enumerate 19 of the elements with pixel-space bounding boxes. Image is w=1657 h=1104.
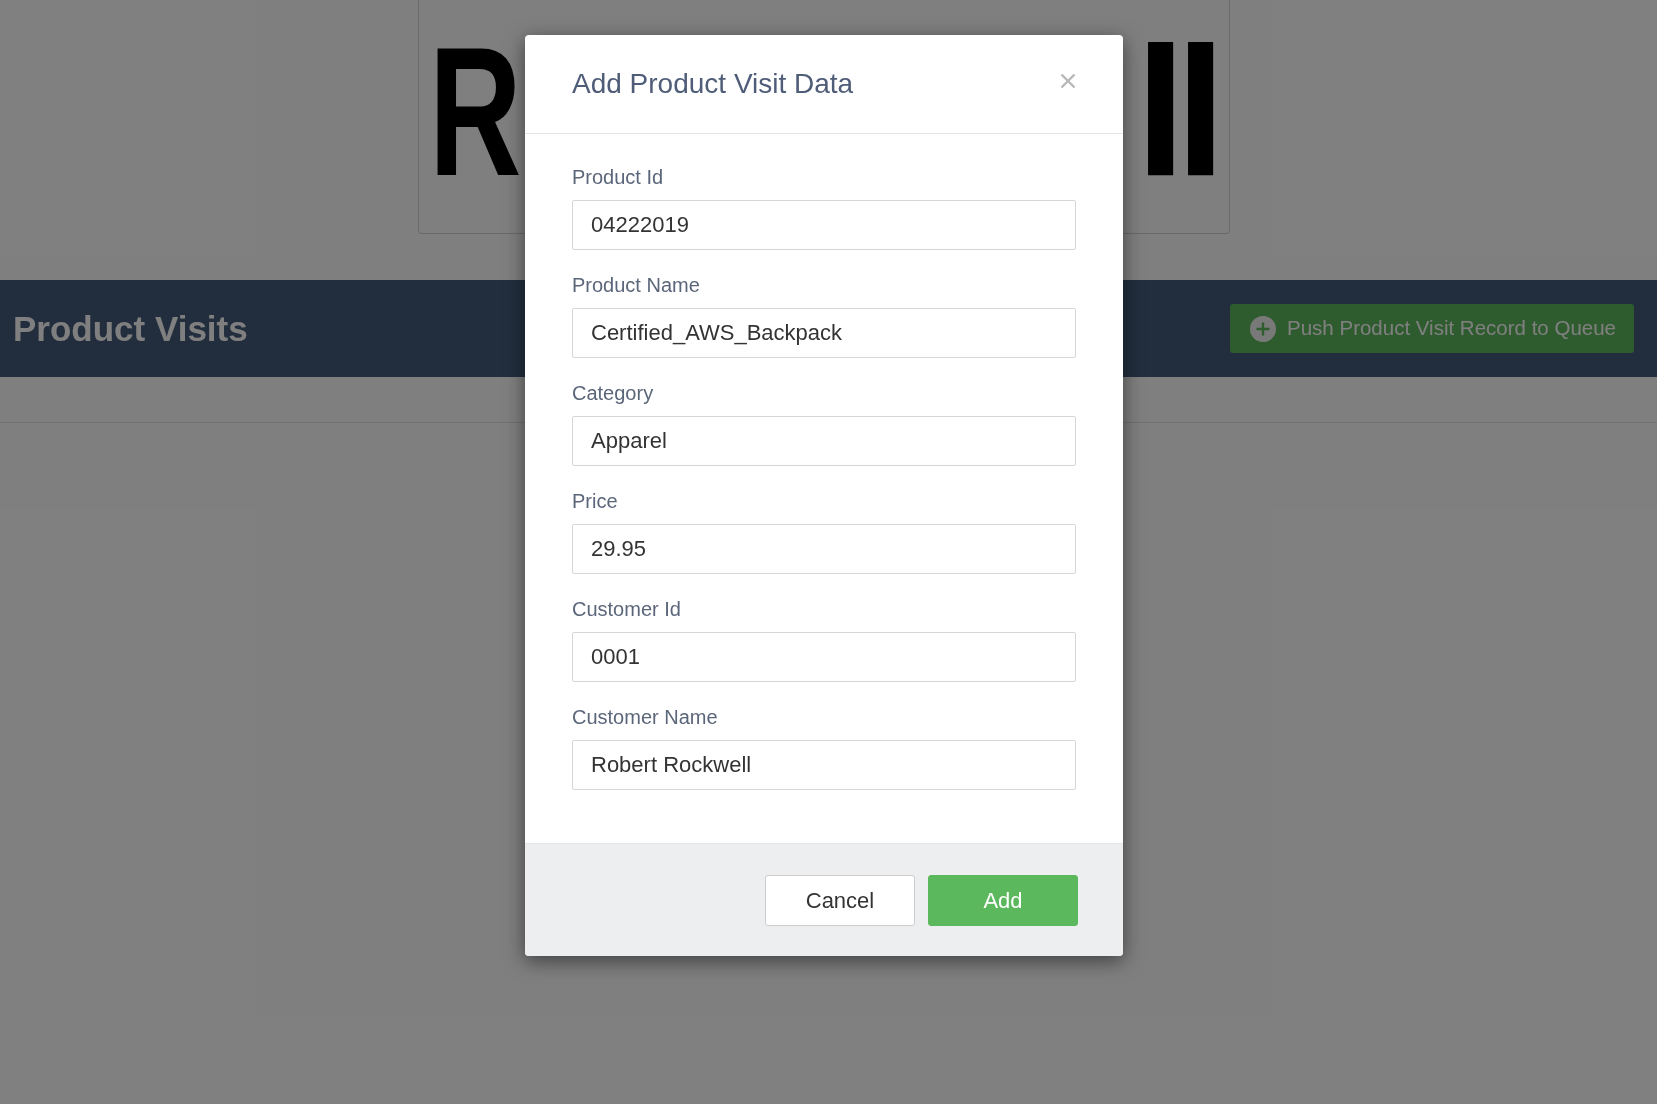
logo-text: R	[429, 20, 522, 203]
page-title: Product Visits	[13, 311, 248, 346]
field-label: Price	[572, 490, 618, 512]
field-label: Customer Name	[572, 706, 718, 728]
logo-text: ll	[1135, 20, 1215, 203]
input-field[interactable]: 04222019	[572, 200, 1076, 250]
plus-circle-icon	[1250, 315, 1277, 342]
field-label: Category	[572, 382, 654, 404]
field-label: Product Id	[572, 166, 664, 188]
input-field[interactable]: Robert Rockwell	[572, 740, 1076, 790]
input-field[interactable]: Certified_AWS_Backpack	[572, 308, 1076, 358]
field-label: Product Name	[572, 274, 700, 296]
cancel-button[interactable]: Cancel	[765, 875, 915, 926]
modal-title: Add Product Visit Data	[572, 68, 854, 100]
input-field[interactable]: 0001	[572, 632, 1076, 682]
input-field[interactable]: 29.95	[572, 524, 1076, 574]
close-icon[interactable]	[1060, 73, 1076, 89]
input-field[interactable]: Apparel	[572, 416, 1076, 466]
field-label: Customer Id	[572, 598, 681, 620]
